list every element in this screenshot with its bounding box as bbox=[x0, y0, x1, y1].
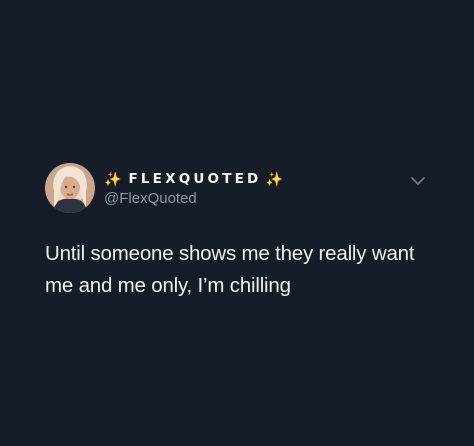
avatar-image bbox=[45, 163, 95, 213]
chevron-down-icon[interactable] bbox=[410, 174, 426, 186]
sparkles-icon: ✨ bbox=[265, 171, 283, 187]
display-name-text: FLEXQUOTED bbox=[128, 171, 262, 187]
user-handle[interactable]: @FlexQuoted bbox=[104, 190, 197, 208]
avatar[interactable] bbox=[45, 163, 95, 213]
tweet-text: Until someone shows me they really want … bbox=[45, 242, 415, 297]
tweet-card: ✨ FLEXQUOTED ✨ @FlexQuoted Until someone… bbox=[0, 0, 474, 446]
sparkles-icon: ✨ bbox=[104, 171, 122, 187]
display-name[interactable]: ✨ FLEXQUOTED ✨ bbox=[104, 168, 283, 190]
